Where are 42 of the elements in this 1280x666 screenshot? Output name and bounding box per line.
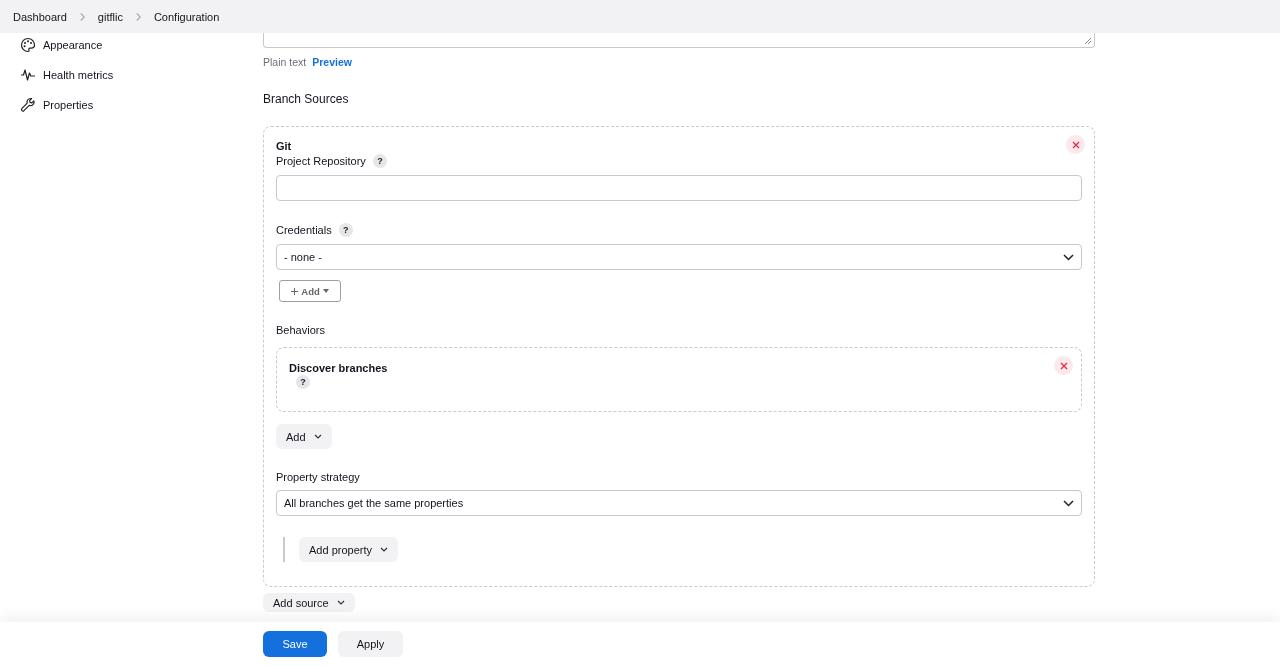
repository-field[interactable] [276,175,1082,201]
chevron-down-icon [336,600,345,605]
help-button[interactable]: ? [296,375,310,389]
description-field[interactable] [263,33,1095,48]
close-icon[interactable] [1066,135,1085,154]
palette-icon [20,36,36,53]
resize-grip-icon [1084,37,1092,45]
field-label: Property strategy [276,471,360,483]
save-button[interactable]: Save [263,631,327,657]
chevron-right-icon [78,11,86,22]
sidebar-item[interactable]: Health metrics [20,65,263,84]
credentials-dropdown[interactable]: - none - [276,244,1082,270]
chevron-down-icon [313,434,322,439]
field-label: Project Repository [276,155,366,167]
breadcrumb-link[interactable]: Dashboard [13,10,67,23]
format-label: Plain text [263,56,307,68]
plus-icon [291,287,299,295]
source-type: Git [276,140,292,152]
section-title: Branch Sources [263,92,349,106]
add-property-button[interactable]: Add property [299,537,398,562]
caret-icon [322,289,329,293]
sidebar-item[interactable]: Properties [20,95,263,114]
add-credentials-button[interactable]: Add [279,280,341,302]
help-button[interactable]: ? [338,223,353,237]
chevron-down-icon [1063,499,1074,507]
chevron-down-icon [380,547,388,552]
property-strategy-dropdown[interactable]: All branches get the same properties [276,490,1082,516]
add-source-button[interactable]: Add source [263,593,355,612]
breadcrumb-link[interactable]: Configuration [153,10,220,23]
sidebar-item[interactable]: Appearance [20,35,263,54]
apply-button[interactable]: Apply [338,631,403,657]
field-label: Credentials [276,224,332,236]
chevron-down-icon [1063,253,1074,261]
field-label: Behaviors [276,324,325,336]
help-button[interactable]: ? [372,154,387,168]
breadcrumb-link[interactable]: gitflic [97,10,123,23]
preview-link[interactable]: Preview [312,56,352,68]
add-behavior-button[interactable]: Add [276,424,332,449]
close-icon[interactable] [1054,356,1073,375]
wrench-icon [20,96,36,113]
behavior-title: Discover branches [289,362,388,374]
chevron-right-icon [134,11,142,22]
